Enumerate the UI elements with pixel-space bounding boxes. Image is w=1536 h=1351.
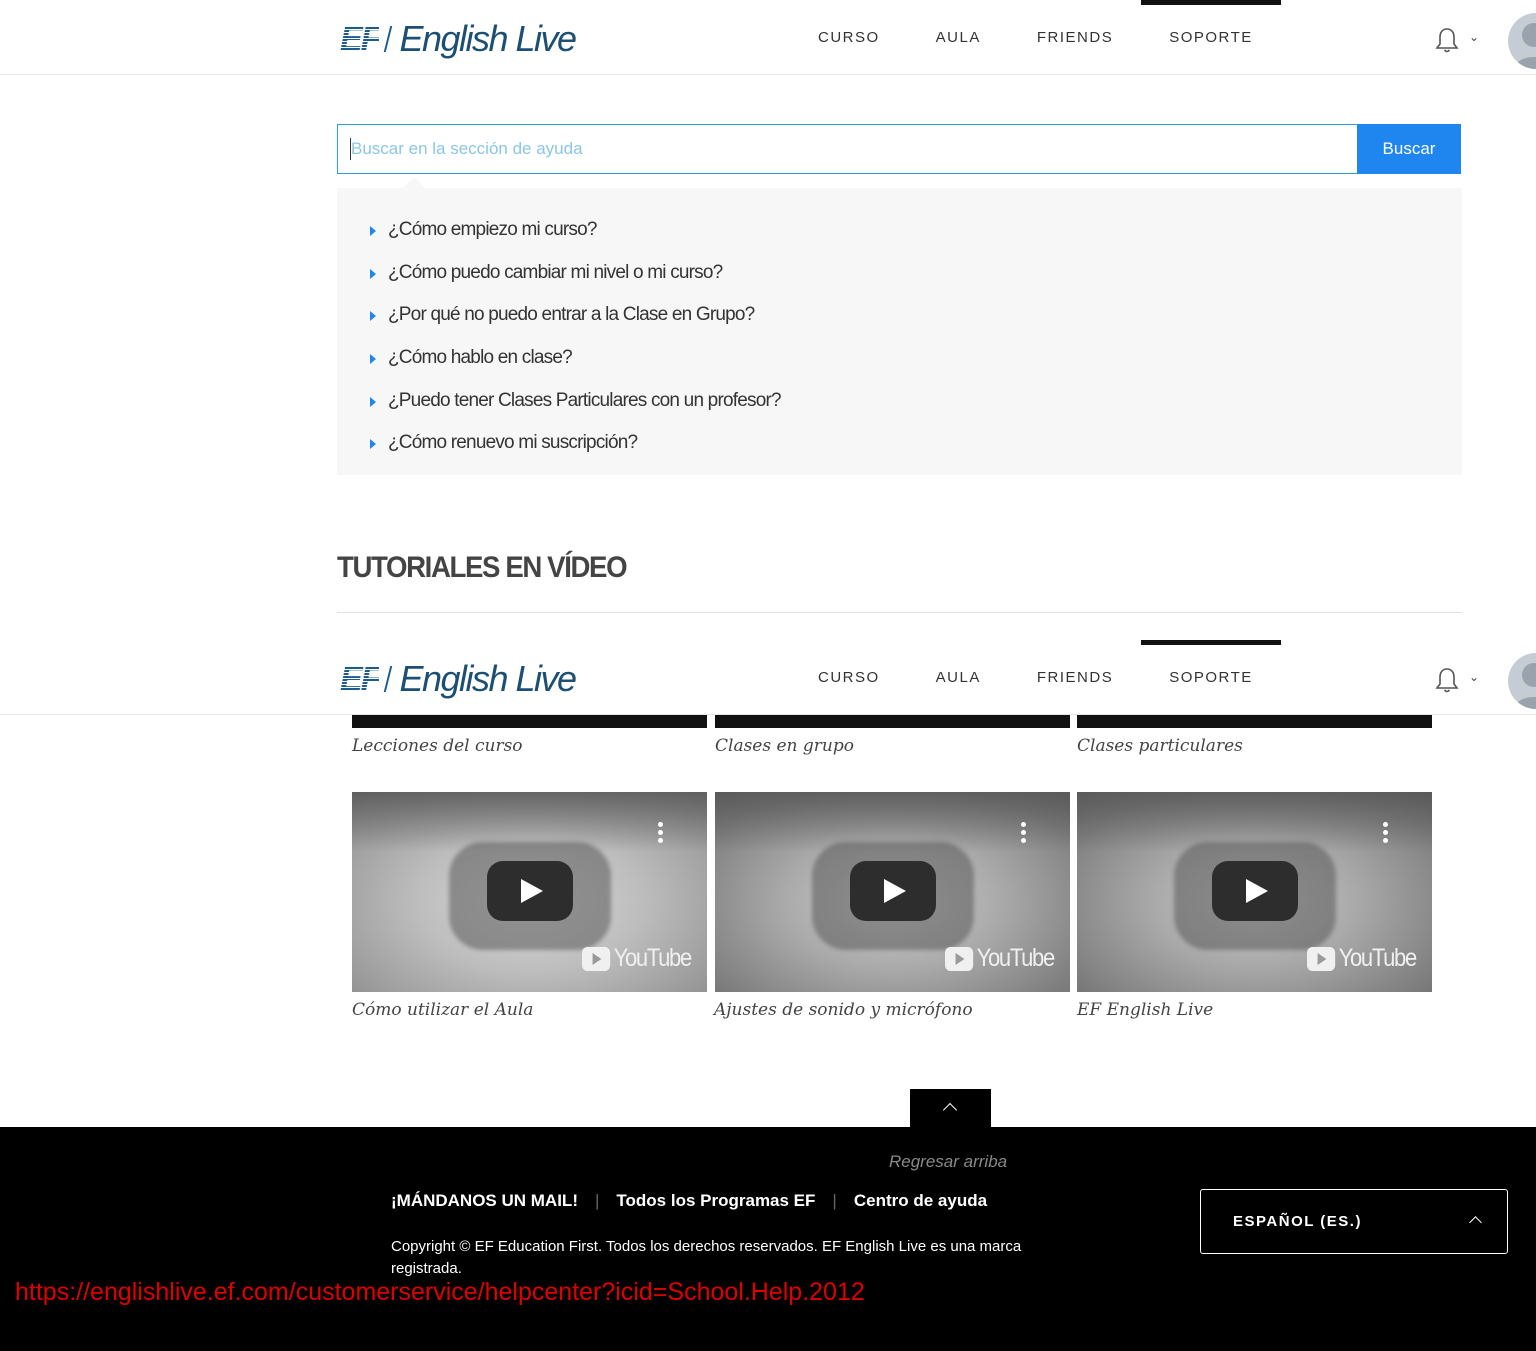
youtube-icon	[1307, 946, 1336, 971]
faq-item[interactable]: ¿Cómo renuevo mi suscripción?	[337, 422, 1462, 465]
language-label: ESPAÑOL (ES.)	[1233, 1213, 1362, 1230]
footer-link-mail[interactable]: ¡MÁNDANOS UN MAIL!	[391, 1191, 578, 1211]
footer-separator: |	[594, 1191, 600, 1210]
youtube-logo[interactable]: YouTube	[1307, 944, 1417, 973]
language-selector[interactable]: ESPAÑOL (ES.)	[1200, 1189, 1508, 1254]
triangle-right-icon	[370, 311, 376, 322]
faq-panel: ¿Cómo empiezo mi curso? ¿Cómo puedo camb…	[337, 188, 1462, 475]
faq-item-label[interactable]: ¿Por qué no puedo entrar a la Clase en G…	[388, 304, 755, 326]
bell-icon[interactable]	[1435, 666, 1459, 694]
logo-mark: EF	[340, 659, 381, 698]
play-icon[interactable]	[850, 861, 936, 921]
main-nav: CURSO AULA FRIENDS SOPORTE	[790, 0, 1281, 75]
triangle-right-icon	[370, 439, 376, 450]
more-options-icon[interactable]	[1020, 822, 1028, 846]
nav-item-aula[interactable]: AULA	[908, 640, 1009, 715]
search-button[interactable]: Buscar	[1357, 124, 1461, 174]
back-to-top-button[interactable]	[910, 1089, 991, 1129]
site-header: EF English Live CURSO AULA FRIENDS SOPOR…	[0, 0, 1536, 75]
ef-english-live-logo[interactable]: EF English Live	[340, 658, 577, 700]
youtube-logo[interactable]: YouTube	[945, 944, 1055, 973]
faq-item[interactable]: ¿Cómo hablo en clase?	[337, 337, 1462, 380]
nav-item-friends[interactable]: FRIENDS	[1009, 0, 1141, 75]
search-field[interactable]	[337, 124, 1358, 174]
footer-links: ¡MÁNDANOS UN MAIL! | Todos los Programas…	[391, 1191, 987, 1211]
play-icon[interactable]	[1212, 861, 1298, 921]
bell-icon[interactable]	[1435, 26, 1459, 54]
video-caption: Clases particulares	[1077, 736, 1243, 756]
nav-item-curso[interactable]: CURSO	[790, 0, 908, 75]
logo-text: English Live	[399, 658, 577, 699]
play-icon[interactable]	[487, 861, 573, 921]
more-options-icon[interactable]	[1382, 822, 1390, 846]
faq-item-label[interactable]: ¿Cómo puedo cambiar mi nivel o mi curso?	[388, 262, 723, 284]
text-cursor	[350, 138, 351, 160]
copyright-text: Copyright © EF Education First. Todos lo…	[391, 1238, 1022, 1277]
section-title: TUTORIALES EN VÍDEO	[337, 551, 628, 584]
avatar[interactable]	[1508, 653, 1536, 709]
avatar[interactable]	[1508, 13, 1536, 69]
logo-divider	[384, 666, 393, 692]
faq-item-label[interactable]: ¿Cómo renuevo mi suscripción?	[388, 432, 638, 454]
chevron-down-icon[interactable]: ⌄	[1469, 30, 1479, 44]
faq-item[interactable]: ¿Por qué no puedo entrar a la Clase en G…	[337, 294, 1462, 337]
youtube-icon	[582, 946, 611, 971]
youtube-logo[interactable]: YouTube	[582, 944, 692, 973]
triangle-right-icon	[370, 354, 376, 365]
back-to-top-label[interactable]: Regresar arriba	[889, 1152, 1007, 1172]
video-caption: Lecciones del curso	[352, 736, 523, 756]
footer-link-programs[interactable]: Todos los Programas EF	[616, 1191, 815, 1211]
nav-item-soporte[interactable]: SOPORTE	[1141, 0, 1281, 75]
faq-list: ¿Cómo empiezo mi curso? ¿Cómo puedo camb…	[337, 188, 1462, 465]
chevron-down-icon[interactable]: ⌄	[1469, 670, 1479, 684]
sticky-header: EF English Live CURSO AULA FRIENDS SOPOR…	[0, 640, 1536, 715]
youtube-icon	[945, 946, 974, 971]
footer-link-help-center[interactable]: Centro de ayuda	[854, 1191, 987, 1211]
video-player[interactable]: YouTube	[715, 792, 1070, 992]
faq-item[interactable]: ¿Cómo puedo cambiar mi nivel o mi curso?	[337, 252, 1462, 295]
video-caption: Clases en grupo	[715, 736, 854, 756]
logo-mark: EF	[340, 19, 381, 58]
nav-item-aula[interactable]: AULA	[908, 0, 1009, 75]
nav-item-friends[interactable]: FRIENDS	[1009, 640, 1141, 715]
faq-item-label[interactable]: ¿Puedo tener Clases Particulares con un …	[388, 390, 782, 412]
logo-divider	[384, 26, 393, 52]
more-options-icon[interactable]	[657, 822, 665, 846]
faq-item-label[interactable]: ¿Cómo empiezo mi curso?	[388, 219, 597, 241]
video-thumbnail[interactable]	[715, 715, 1070, 728]
section-divider	[337, 612, 1462, 613]
triangle-right-icon	[370, 396, 376, 407]
triangle-right-icon	[370, 226, 376, 237]
chevron-up-icon	[1469, 1216, 1482, 1229]
faq-item-label[interactable]: ¿Cómo hablo en clase?	[388, 347, 573, 369]
video-thumbnail[interactable]	[352, 715, 707, 728]
video-player[interactable]: YouTube	[352, 792, 707, 992]
ef-english-live-logo[interactable]: EF English Live	[340, 18, 577, 60]
footer-separator: |	[832, 1191, 837, 1210]
video-player[interactable]: YouTube	[1077, 792, 1432, 992]
main-nav: CURSO AULA FRIENDS SOPORTE	[790, 640, 1281, 715]
video-caption: Ajustes de sonido y micrófono	[714, 1000, 973, 1020]
status-url: https://englishlive.ef.com/customerservi…	[15, 1278, 865, 1306]
video-caption: Cómo utilizar el Aula	[352, 1000, 534, 1020]
video-thumbnail[interactable]	[1077, 715, 1432, 728]
nav-item-curso[interactable]: CURSO	[790, 640, 908, 715]
chevron-up-icon	[942, 1102, 958, 1118]
logo-text: English Live	[399, 18, 577, 59]
nav-item-soporte[interactable]: SOPORTE	[1141, 640, 1281, 715]
faq-item[interactable]: ¿Puedo tener Clases Particulares con un …	[337, 379, 1462, 422]
search-input[interactable]	[338, 125, 1357, 173]
triangle-right-icon	[370, 268, 376, 279]
video-caption: EF English Live	[1077, 1000, 1214, 1020]
faq-item[interactable]: ¿Cómo empiezo mi curso?	[337, 209, 1462, 252]
